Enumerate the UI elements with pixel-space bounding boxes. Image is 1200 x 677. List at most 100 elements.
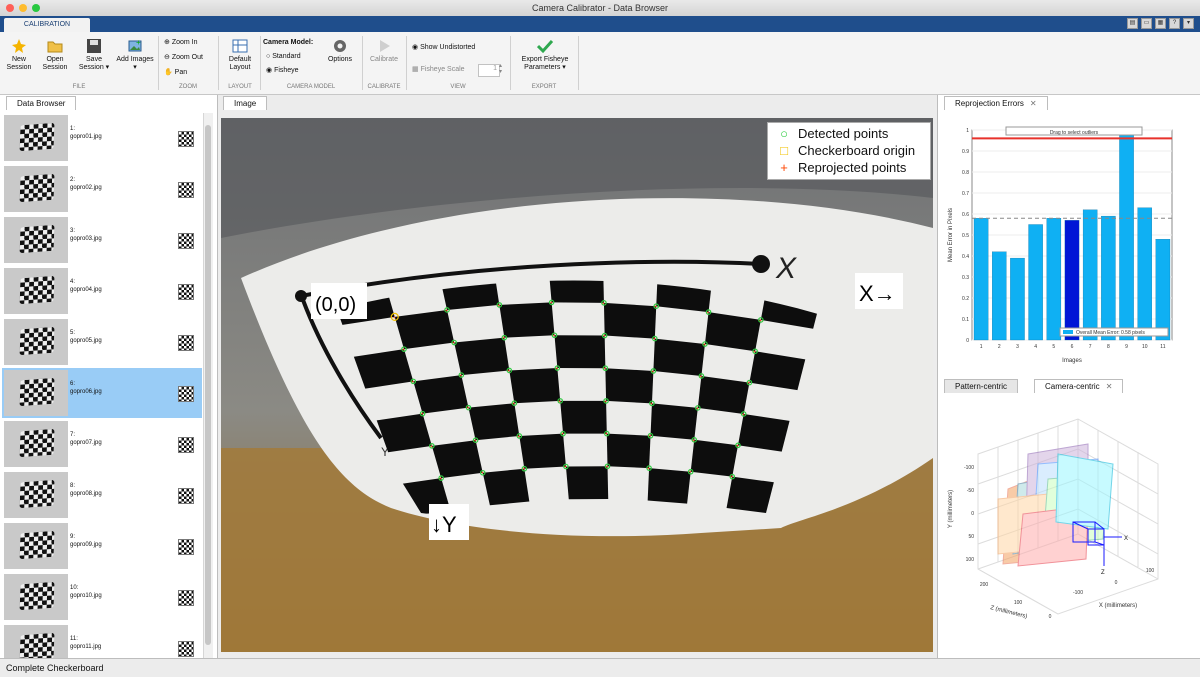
x-tick-label: 8	[1107, 344, 1110, 350]
list-item-filename: gopro08.jpg	[70, 491, 102, 497]
close-tab-icon[interactable]: ✕	[1030, 99, 1037, 108]
legend-origin-label: Checkerboard origin	[798, 143, 916, 158]
bar[interactable]	[1119, 134, 1134, 341]
bar[interactable]	[992, 251, 1007, 341]
open-session-button[interactable]: Open Session	[38, 38, 72, 72]
options-button[interactable]: Options	[322, 38, 358, 64]
tile-icon[interactable]: ▦	[1155, 18, 1166, 29]
bar[interactable]	[1046, 218, 1062, 341]
image-thumbnail	[4, 217, 68, 263]
checker-square	[413, 375, 469, 414]
undock-icon[interactable]: ▭	[1141, 18, 1152, 29]
options-label: Options	[327, 56, 353, 63]
status-bar: Complete Checkerboard	[0, 658, 1200, 677]
x-axis-title: Images	[1062, 358, 1082, 364]
list-item-label: 4: gopro04.jpg	[70, 278, 102, 294]
x-arrow-label: X→	[859, 281, 896, 306]
x-tick-label: 1	[980, 344, 983, 350]
default-layout-button[interactable]: Default Layout	[222, 38, 258, 72]
reprojected-point: +	[736, 443, 739, 449]
tab-data-browser[interactable]: Data Browser	[6, 96, 77, 110]
reprojected-point: +	[421, 412, 424, 418]
zoom-in-button[interactable]: ⊕ Zoom In	[164, 38, 198, 46]
tab-reprojection-errors[interactable]: Reprojection Errors ✕	[944, 96, 1048, 110]
expand-icon[interactable]: ▾	[1183, 18, 1194, 29]
tab-image[interactable]: Image	[223, 96, 268, 110]
reprojected-point: +	[411, 379, 414, 385]
bar[interactable]	[1155, 239, 1171, 341]
zoom-out-button[interactable]: ⊖ Zoom Out	[164, 53, 203, 61]
legend-reprojected-label: Reprojected points	[798, 160, 907, 175]
list-item-number: 2:	[70, 177, 76, 183]
extrinsics-3d-plot[interactable]: X Z -100 -50 0 50 100 0 100 200 -100 0 100 Y (mill…	[938, 394, 1200, 656]
list-item[interactable]: 2: gopro02.jpg	[2, 164, 202, 214]
new-session-label: New Session	[6, 56, 32, 71]
list-scrollbar[interactable]	[203, 113, 213, 658]
checkerboard-thumbnail	[19, 581, 55, 611]
list-item[interactable]: 3: gopro03.jpg	[2, 215, 202, 265]
close-tab-icon[interactable]: ✕	[1106, 382, 1113, 391]
calibration-image[interactable]: X Y +++ + +++++++ + +++++++ + + ++++++ + + ++++++ +…	[221, 118, 933, 652]
list-item[interactable]: 8: gopro08.jpg	[2, 470, 202, 520]
fisheye-radio[interactable]: ◉ Fisheye	[266, 66, 299, 74]
list-item[interactable]: 10: gopro10.jpg	[2, 572, 202, 622]
legend-reprojected: + Reprojected points	[776, 159, 906, 176]
checkerboard-thumbnail	[19, 326, 55, 356]
reprojected-point: +	[459, 373, 462, 379]
standard-radio[interactable]: ○ Standard	[266, 53, 301, 60]
fisheye-scale-input[interactable]: 1	[478, 64, 500, 77]
new-session-button[interactable]: New Session	[4, 38, 34, 72]
bar[interactable]	[1028, 224, 1043, 341]
tab-camera-centric[interactable]: Camera-centric ✕	[1034, 379, 1124, 393]
tab-calibration[interactable]: CALIBRATION	[4, 18, 90, 32]
checkerboard-thumbnail	[19, 173, 55, 203]
x-tick-label: 10	[1142, 344, 1148, 350]
bar[interactable]	[973, 218, 989, 341]
bar[interactable]	[1082, 209, 1098, 341]
zoom-in-label: Zoom In	[171, 39, 198, 46]
list-item[interactable]: 5: gopro05.jpg	[2, 317, 202, 367]
bar[interactable]	[1010, 257, 1025, 341]
y-tick-labels: 0 0.1 0.2 0.3 0.4 0.5 0.6 0.7 0.8 0.9 1	[962, 128, 969, 344]
save-session-button[interactable]: Save Session ▾	[76, 38, 112, 72]
y-tick-label: 0.2	[962, 296, 969, 302]
help-icon[interactable]: ?	[1169, 18, 1180, 29]
toolstrip-tab-bar: CALIBRATION ▤ ▭ ▦ ? ▾	[0, 16, 1200, 32]
image-thumbnail	[4, 523, 68, 569]
separator	[158, 36, 159, 90]
separator	[578, 36, 579, 90]
bar[interactable]	[1101, 215, 1116, 341]
reprojected-point: +	[602, 301, 605, 307]
checkerboard-status-icon	[178, 335, 194, 351]
x-tick-label: 0	[1115, 580, 1118, 586]
checkerboard-status-icon	[178, 182, 194, 198]
checker-square	[509, 368, 561, 404]
pan-button[interactable]: ✋ Pan	[164, 68, 187, 76]
layout-icon[interactable]: ▤	[1127, 18, 1138, 29]
export-parameters-button[interactable]: Export Fisheye Parameters ▾	[514, 38, 576, 72]
calibrate-button[interactable]: Calibrate	[365, 38, 403, 64]
standard-label: Standard	[272, 53, 301, 60]
scrollbar-thumb[interactable]	[205, 125, 211, 645]
list-item[interactable]: 4: gopro04.jpg	[2, 266, 202, 316]
z-axis-title: Z (millimeters)	[990, 605, 1028, 620]
checkerboard-thumbnail	[19, 479, 55, 509]
list-item[interactable]: 1: gopro01.jpg	[2, 113, 202, 163]
list-item-filename: gopro03.jpg	[70, 236, 102, 242]
tab-pattern-centric[interactable]: Pattern-centric	[944, 379, 1019, 393]
y-tick-label: 50	[968, 534, 974, 540]
list-item[interactable]: 7: gopro07.jpg	[2, 419, 202, 469]
list-item[interactable]: 11: gopro11.jpg	[2, 623, 202, 658]
bar[interactable]	[1137, 207, 1152, 341]
show-undistorted-button[interactable]: ◉ Show Undistorted	[412, 43, 475, 51]
list-item[interactable]: 6: gopro06.jpg	[2, 368, 202, 418]
bar[interactable]	[1064, 220, 1080, 341]
camera-z-axis-label: Z	[1101, 570, 1105, 576]
reprojection-chart[interactable]: 00.10.20.30.40.50.60.70.80.91 1234567891…	[938, 110, 1200, 378]
scale-spinner-icon[interactable]: ▴ ▾	[499, 63, 502, 75]
list-item-label: 7: gopro07.jpg	[70, 431, 102, 447]
image-thumbnail	[4, 166, 68, 212]
list-item[interactable]: 9: gopro09.jpg	[2, 521, 202, 571]
reprojected-point: +	[445, 308, 448, 314]
add-images-button[interactable]: + Add Images ▾	[116, 38, 154, 72]
